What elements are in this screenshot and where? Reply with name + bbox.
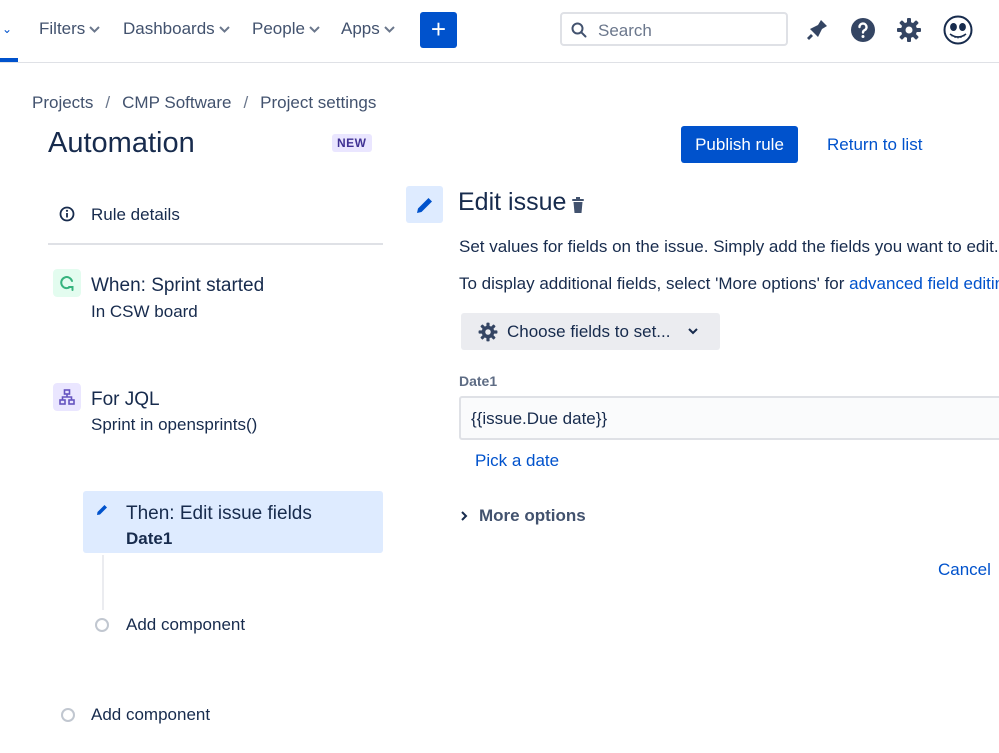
info-icon [59,206,75,222]
breadcrumb-projects[interactable]: Projects [32,93,93,113]
chevron-down-icon [384,26,395,33]
date1-field-label: Date1 [459,373,498,389]
chevron-down-icon [688,328,698,335]
breadcrumb-project-settings[interactable]: Project settings [260,93,376,113]
editor-title: Edit issue [458,188,567,216]
nav-filters-label: Filters [39,19,86,38]
add-component-circle-icon [61,708,75,722]
advanced-field-editing-link[interactable]: advanced field editing [849,274,999,293]
more-options-toggle[interactable]: More options [459,506,586,526]
top-navigation: ⌄ Filters Dashboards People Apps + [0,0,999,63]
breadcrumb-project[interactable]: CMP Software [122,93,231,113]
action-edit-issue-card[interactable]: Then: Edit issue fields Date1 [83,491,383,553]
chevron-right-icon [461,511,468,521]
choose-fields-button[interactable]: Choose fields to set... [461,313,720,350]
pencil-icon [97,505,107,515]
nav-people-label: People [252,19,305,38]
nav-filters[interactable]: Filters [39,19,100,39]
nav-dashboards[interactable]: Dashboards [123,19,230,39]
nav-apps[interactable]: Apps [341,19,395,39]
rule-details-item[interactable]: Rule details [48,194,383,245]
search-field[interactable] [560,12,788,46]
trigger-title[interactable]: When: Sprint started [91,275,264,297]
return-to-list-link[interactable]: Return to list [827,135,922,155]
action-title: Then: Edit issue fields [126,503,312,524]
branch-connector-line [102,555,104,610]
nav-people[interactable]: People [252,19,320,39]
choose-fields-label: Choose fields to set... [507,322,671,341]
pick-a-date-link[interactable]: Pick a date [475,451,559,471]
publish-rule-button[interactable]: Publish rule [681,126,798,163]
avatar[interactable] [943,15,973,45]
condition-subtitle: Sprint in opensprints() [91,415,258,434]
settings-gear-icon[interactable] [895,16,923,44]
notifications-icon[interactable] [803,16,831,44]
chevron-down-icon[interactable]: ⌄ [2,22,12,36]
active-nav-indicator [0,58,18,62]
add-component-inner[interactable]: Add component [126,615,245,635]
trash-icon[interactable] [570,196,586,214]
rule-details-label: Rule details [91,205,180,224]
trigger-sprint-icon [53,269,81,297]
add-component-outer[interactable]: Add component [91,705,210,725]
date1-input[interactable] [469,408,973,430]
cancel-button[interactable]: Cancel [938,560,991,580]
nav-dashboards-label: Dashboards [123,19,215,38]
gear-icon [478,322,498,342]
branch-jql-icon [53,383,81,411]
create-button[interactable]: + [420,12,457,48]
editor-description: Set values for fields on the issue. Simp… [459,237,999,256]
breadcrumb-separator: / [243,93,249,112]
editor-hint: To display additional fields, select 'Mo… [459,274,999,294]
more-options-label: More options [479,506,586,525]
pencil-icon [417,198,432,213]
trigger-subtitle: In CSW board [91,302,198,321]
search-icon [571,22,587,38]
chevron-down-icon [309,26,320,33]
edit-issue-icon-box [406,186,443,223]
add-component-circle-icon [95,618,109,632]
chevron-down-icon [218,26,230,33]
chevron-down-icon [89,26,100,33]
action-subtitle: Date1 [126,529,173,548]
nav-apps-label: Apps [341,19,380,38]
new-badge: NEW [332,134,372,152]
date1-field[interactable] [459,396,999,440]
page-title: Automation [48,127,195,159]
search-input[interactable] [596,18,780,44]
help-icon[interactable] [849,16,877,44]
breadcrumb: Projects / CMP Software / Project settin… [32,93,376,113]
breadcrumb-separator: / [105,93,111,112]
condition-title[interactable]: For JQL [91,389,160,411]
editor-hint-text: To display additional fields, select 'Mo… [459,274,850,293]
